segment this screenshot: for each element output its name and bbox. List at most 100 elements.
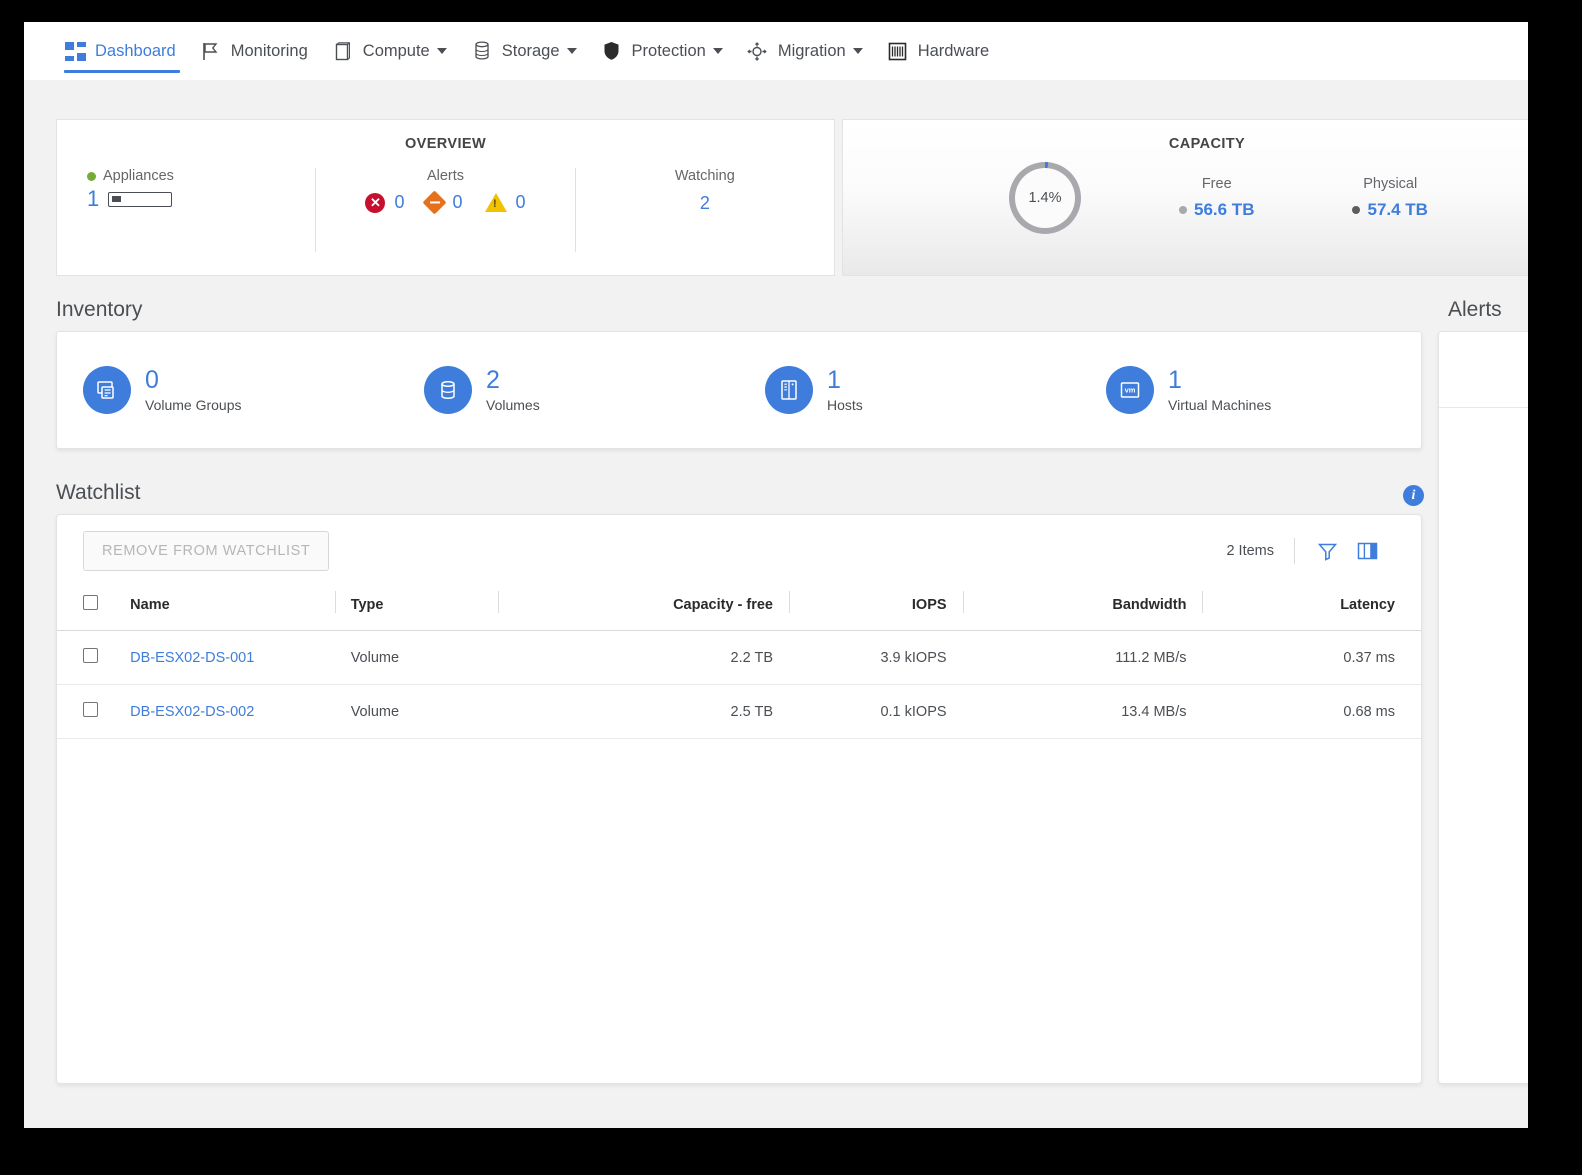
inventory-label: Virtual Machines [1168, 396, 1272, 413]
nav-label: Storage [501, 41, 560, 60]
legend-dot-free-icon [1179, 206, 1187, 214]
critical-circle-icon: ✕ [365, 192, 386, 213]
toolbar-divider [1294, 538, 1295, 564]
inventory-label: Hosts [827, 396, 863, 413]
row-select-cell [57, 630, 115, 685]
watchlist-toolbar: REMOVE FROM WATCHLIST 2 Items [57, 515, 1421, 587]
column-header-capacity-free[interactable]: Capacity - free [498, 587, 789, 631]
table-row[interactable]: DB-ESX02-DS-002 Volume 2.5 TB 0.1 kIOPS … [57, 684, 1421, 739]
capacity-card: CAPACITY 1.4% Free 56.6 TB Physical 57.4… [842, 119, 1528, 276]
overview-appliances[interactable]: Appliances 1 [57, 168, 315, 252]
alerts-panel-toolbar [1439, 332, 1528, 408]
alert-minor[interactable]: 0 [484, 192, 526, 213]
nav-item-compute[interactable]: Compute [320, 22, 459, 80]
overview-watching[interactable]: Watching 2 [574, 168, 834, 252]
nav-item-storage[interactable]: Storage [459, 22, 589, 80]
chevron-down-icon [712, 48, 723, 54]
table-header-row: Name Type Capacity - free IOPS Bandwidth… [57, 587, 1421, 631]
row-select-cell [57, 684, 115, 739]
remove-from-watchlist-button[interactable]: REMOVE FROM WATCHLIST [83, 531, 330, 571]
capacity-used-percent: 1.4% [1015, 168, 1075, 228]
rack-icon [887, 40, 909, 62]
chevron-down-icon [566, 48, 577, 54]
column-header-type[interactable]: Type [334, 587, 499, 631]
row-checkbox[interactable] [83, 702, 98, 717]
capacity-title: CAPACITY [1168, 136, 1246, 152]
appliances-count: 1 [87, 186, 100, 211]
row-checkbox[interactable] [83, 648, 98, 663]
nav-item-protection[interactable]: Protection [589, 22, 735, 80]
cell-bandwidth: 111.2 MB/s [962, 630, 1203, 685]
shield-icon [601, 40, 623, 62]
alert-critical-count: 0 [394, 192, 405, 212]
filter-funnel-icon[interactable] [1315, 539, 1339, 563]
app-window: Dashboard Monitoring Compute Storage Pro… [24, 22, 1528, 1128]
select-all-checkbox[interactable] [83, 595, 98, 610]
inventory-item-volume-groups[interactable]: 0 Volume Groups [57, 366, 398, 414]
main-navigation: Dashboard Monitoring Compute Storage Pro… [24, 22, 1528, 80]
info-icon[interactable]: i [1403, 485, 1424, 506]
dashboard-grid-icon [64, 40, 86, 62]
table-row[interactable]: DB-ESX02-DS-001 Volume 2.2 TB 3.9 kIOPS … [57, 630, 1421, 685]
nav-label: Migration [777, 41, 846, 60]
chevron-down-icon [436, 48, 447, 54]
capacity-donut-chart: 1.4% [1009, 162, 1081, 234]
overview-card: OVERVIEW Appliances 1 Alerts ✕ 0 0 ! 0 W… [56, 119, 835, 276]
dashboard-page: OVERVIEW Appliances 1 Alerts ✕ 0 0 ! 0 W… [24, 80, 1528, 1128]
inventory-count: 1 [827, 366, 841, 395]
legend-dot-physical-icon [1352, 206, 1361, 214]
inventory-count: 0 [145, 366, 159, 395]
column-header-name[interactable]: Name [114, 587, 335, 631]
cell-latency: 0.68 ms [1202, 684, 1421, 739]
cell-name: DB-ESX02-DS-001 [114, 630, 335, 685]
inventory-count: 2 [486, 366, 500, 395]
alerts-panel-card [1438, 331, 1528, 1084]
capacity-physical-value: 57.4 TB [1367, 200, 1428, 219]
inventory-label: Volume Groups [145, 396, 242, 413]
svg-text:vm: vm [1125, 386, 1136, 395]
cell-capacity-free: 2.2 TB [498, 630, 789, 685]
nav-item-monitoring[interactable]: Monitoring [188, 22, 320, 80]
cell-iops: 0.1 kIOPS [789, 684, 963, 739]
nav-item-hardware[interactable]: Hardware [875, 22, 1002, 80]
flag-icon [200, 40, 222, 62]
nav-item-migration[interactable]: Migration [735, 22, 875, 80]
alert-major[interactable]: 0 [422, 190, 463, 215]
overview-title: OVERVIEW [404, 136, 487, 152]
watchlist-card: REMOVE FROM WATCHLIST 2 Items Name Type … [56, 514, 1422, 1084]
nav-label: Monitoring [230, 41, 308, 60]
cell-iops: 3.9 kIOPS [789, 630, 963, 685]
inventory-item-hosts[interactable]: 1 Hosts [739, 366, 1080, 414]
major-diamond-icon [422, 190, 448, 215]
watchlist-heading: Watchlist [56, 481, 141, 504]
volume-group-icon [83, 366, 131, 414]
host-icon [765, 366, 813, 414]
watching-label: Watching [674, 168, 735, 184]
overview-alerts: Alerts ✕ 0 0 0 [315, 168, 574, 252]
inventory-item-volumes[interactable]: 2 Volumes [398, 366, 739, 414]
vm-icon: vm [1106, 366, 1154, 414]
capacity-free-label: Free [1201, 176, 1232, 192]
nav-label: Protection [631, 41, 706, 60]
cell-latency: 0.37 ms [1202, 630, 1421, 685]
cell-type: Volume [334, 684, 499, 739]
select-all-header [57, 587, 115, 631]
inventory-item-virtual-machines[interactable]: vm 1 Virtual Machines [1080, 366, 1421, 414]
items-count-label: 2 Items [1226, 543, 1274, 559]
volume-link[interactable]: DB-ESX02-DS-001 [130, 650, 254, 666]
inventory-card: 0 Volume Groups 2 Volumes 1 Hosts vm 1 V… [56, 331, 1422, 449]
cell-capacity-free: 2.5 TB [498, 684, 789, 739]
alert-critical[interactable]: ✕ 0 [365, 192, 404, 213]
column-header-latency[interactable]: Latency [1202, 587, 1421, 631]
capacity-physical: Physical 57.4 TB [1352, 176, 1428, 220]
capacity-free: Free 56.6 TB [1179, 176, 1254, 220]
status-dot-icon [87, 171, 96, 181]
column-header-bandwidth[interactable]: Bandwidth [962, 587, 1203, 631]
nav-label: Dashboard [95, 41, 176, 60]
column-header-iops[interactable]: IOPS [789, 587, 963, 631]
column-chooser-icon[interactable] [1355, 539, 1379, 563]
alerts-label: Alerts [426, 168, 465, 184]
volume-link[interactable]: DB-ESX02-DS-002 [130, 704, 254, 720]
nav-item-dashboard[interactable]: Dashboard [52, 22, 188, 80]
cell-type: Volume [334, 630, 499, 685]
